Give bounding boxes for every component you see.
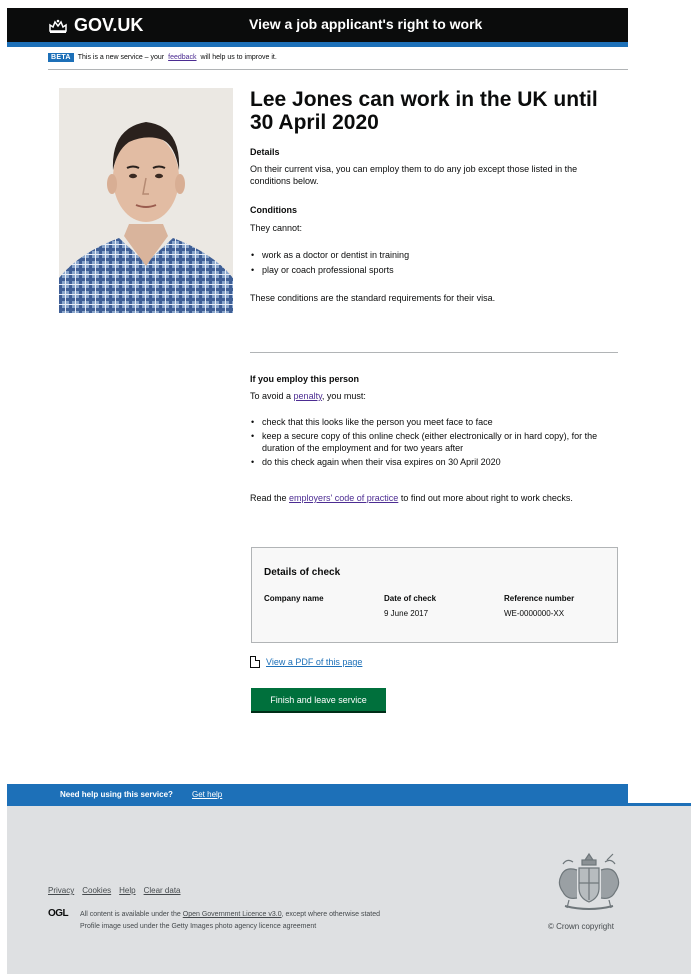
royal-coat-of-arms-icon: [558, 852, 620, 910]
section-divider: [250, 352, 618, 353]
date-of-check-value: 9 June 2017: [384, 609, 429, 618]
divider: [48, 69, 628, 70]
details-text: On their current visa, you can employ th…: [250, 164, 578, 186]
list-item: keep a secure copy of this online check …: [250, 430, 616, 454]
read-after: to find out more about right to work che…: [400, 493, 573, 503]
footer-link-cookies[interactable]: Cookies: [82, 886, 111, 895]
get-help-link[interactable]: Get help: [192, 790, 222, 799]
penalty-link[interactable]: penalty: [294, 391, 322, 401]
list-item: check that this looks like the person yo…: [250, 416, 616, 428]
feedback-link[interactable]: feedback: [168, 54, 196, 61]
footer-link-help[interactable]: Help: [119, 886, 135, 895]
logo-text: GOV.UK: [74, 15, 144, 35]
reference-number-value: WE-0000000-XX: [504, 609, 565, 618]
footer-link-privacy[interactable]: Privacy: [48, 886, 74, 895]
govuk-logo[interactable]: GOV.UK: [48, 15, 143, 36]
licence-after: , except where otherwise stated: [281, 911, 381, 918]
footer-link-clear-data[interactable]: Clear data: [144, 886, 181, 895]
pdf-link-row: View a PDF of this page: [250, 656, 362, 668]
conditions-list: work as a doctor or dentist in training …: [250, 249, 620, 276]
image-credit: Profile image used under the Getty Image…: [80, 923, 317, 930]
ogl-licence-link[interactable]: Open Government Licence v3.0: [183, 911, 282, 918]
applicant-photo: [59, 88, 233, 313]
footer-links: Privacy Cookies Help Clear data: [48, 886, 181, 895]
conditions-intro: They cannot:: [250, 223, 303, 233]
employ-intro-after: , you must:: [321, 391, 366, 401]
licence-text: All content is available under the Open …: [80, 909, 380, 933]
licence-before: All content is available under the: [80, 911, 181, 918]
read-before: Read the: [250, 493, 287, 503]
list-item: work as a doctor or dentist in training: [250, 249, 620, 261]
panel-title: Details of check: [264, 567, 341, 578]
beta-text-before: This is a new service – your: [77, 54, 165, 61]
beta-text-after: will help us to improve it.: [200, 54, 277, 61]
crown-copyright: © Crown copyright: [548, 922, 614, 931]
ogl-logo: OGL: [48, 908, 69, 919]
company-name-label: Company name: [264, 594, 324, 603]
details-heading: Details: [250, 147, 280, 157]
employ-intro-before: To avoid a: [250, 391, 292, 401]
reference-number-label: Reference number: [504, 594, 575, 603]
view-pdf-link[interactable]: View a PDF of this page: [266, 657, 362, 667]
conditions-heading: Conditions: [250, 205, 297, 215]
employ-heading: If you employ this person: [250, 374, 360, 384]
finish-button[interactable]: Finish and leave service: [251, 688, 386, 711]
list-item: play or coach professional sports: [250, 264, 620, 276]
employ-intro: To avoid a penalty, you must:: [250, 390, 620, 402]
crown-icon: [49, 19, 67, 33]
page-title: Lee Jones can work in the UK until 30 Ap…: [250, 88, 598, 134]
help-text: Need help using this service?: [60, 790, 173, 799]
list-item: do this check again when their visa expi…: [250, 456, 616, 468]
code-of-practice-text: Read the employers' code of practice to …: [250, 492, 616, 504]
header-accent-bar: [7, 42, 628, 47]
document-icon: [250, 656, 260, 668]
service-name[interactable]: View a job applicant's right to work: [249, 16, 482, 32]
employ-steps-list: check that this looks like the person yo…: [250, 416, 616, 468]
conditions-note: These conditions are the standard requir…: [250, 293, 496, 303]
beta-tag: BETA: [48, 53, 74, 62]
date-of-check-label: Date of check: [384, 594, 437, 603]
code-of-practice-link[interactable]: employers' code of practice: [289, 493, 398, 503]
check-details-panel: Details of check Company name Date of ch…: [251, 547, 618, 643]
beta-banner: BETA This is a new service – your feedba…: [48, 53, 277, 62]
